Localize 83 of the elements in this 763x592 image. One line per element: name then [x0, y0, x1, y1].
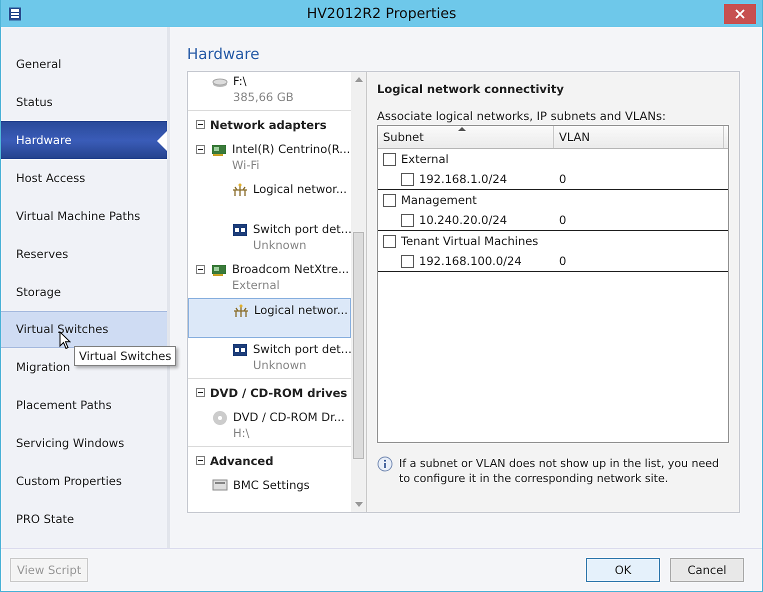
section-header: Advanced — [210, 454, 274, 468]
tree-item-subtitle: Unknown — [253, 358, 308, 372]
checkbox[interactable] — [401, 172, 414, 186]
tree-item[interactable]: Logical networ... — [188, 298, 351, 338]
sidebar-item[interactable]: Servicing Windows — [1, 424, 167, 462]
collapse-toggle[interactable] — [196, 456, 205, 465]
sidebar-item[interactable]: PRO State — [1, 500, 167, 538]
tree-item-title: Logical networ... — [254, 303, 348, 317]
page-title: Hardware — [187, 45, 260, 63]
collapse-toggle[interactable] — [196, 265, 205, 274]
tree-item[interactable]: Switch port det... Unknown — [188, 218, 351, 258]
tree-item[interactable]: Switch port det... Unknown — [188, 338, 351, 378]
close-icon — [735, 8, 745, 18]
tree-item[interactable]: F:\ 385,66 GB — [188, 70, 351, 110]
sidebar-item[interactable]: Placement Paths — [1, 386, 167, 424]
tree-item-subtitle: External — [232, 278, 281, 292]
sidebar-item[interactable]: Virtual Machine Paths — [1, 197, 167, 235]
scrollbar[interactable] — [351, 72, 366, 512]
sidebar-item[interactable]: General — [1, 45, 167, 83]
tree-item[interactable]: DVD / CD-ROM Dr... H:\ — [188, 406, 351, 446]
selection-pointer-icon — [157, 131, 167, 151]
section-title: Logical network connectivity — [377, 82, 565, 96]
sidebar-item[interactable]: Hardware — [1, 121, 167, 159]
section-header: Network adapters — [210, 118, 327, 132]
switch-port-icon — [232, 222, 248, 238]
network-name: External — [401, 152, 449, 166]
tree-item-title: Broadcom NetXtre... — [232, 262, 350, 276]
network-card-icon — [211, 262, 227, 278]
tree-item[interactable]: Broadcom NetXtre... External — [188, 258, 351, 298]
tree-item-title: BMC Settings — [233, 478, 310, 492]
tree-item-subtitle: Unknown — [253, 238, 308, 252]
window-title: HV2012R2 Properties — [306, 6, 458, 22]
column-header[interactable]: VLAN — [554, 126, 724, 148]
tooltip: Virtual Switches — [74, 346, 176, 366]
dialog-button[interactable]: OK — [586, 558, 660, 582]
network-icon — [233, 303, 249, 319]
window-icon — [8, 6, 22, 20]
tree-item[interactable]: Logical networ... — [188, 178, 351, 218]
network-name: Management — [401, 193, 477, 207]
checkbox[interactable] — [401, 214, 414, 226]
tree-item-title: Intel(R) Centrino(R... — [232, 142, 350, 156]
collapse-toggle[interactable] — [196, 145, 205, 154]
tree-item-title: Switch port det... — [253, 222, 351, 236]
info-icon — [377, 456, 393, 472]
tree-item-title: Switch port det... — [253, 342, 351, 356]
network-card-icon — [211, 142, 227, 158]
dialog-button[interactable]: Cancel — [670, 558, 744, 582]
checkbox[interactable] — [383, 152, 396, 166]
column-header[interactable]: Subnet — [378, 126, 554, 148]
network-icon — [232, 182, 248, 198]
collapse-toggle[interactable] — [196, 120, 205, 129]
section-header: DVD / CD-ROM drives — [210, 386, 348, 400]
checkbox[interactable] — [383, 194, 396, 206]
vlan-cell: 0 — [559, 254, 566, 268]
checkbox[interactable] — [383, 234, 396, 248]
checkbox[interactable] — [401, 254, 414, 268]
list-caption: Associate logical networks, IP subnets and VLANs: — [377, 109, 667, 123]
network-name: Tenant Virtual Machines — [401, 234, 538, 248]
info-note: If a subnet or VLAN does not show up in the list, you need to configure it in the corresponding network site. — [399, 456, 720, 486]
subnet-cell: 192.168.1.0/24 — [419, 172, 508, 186]
vlan-cell: 0 — [559, 172, 566, 186]
sidebar-item[interactable]: Host Access — [1, 159, 167, 197]
tree-item-title: F:\ — [233, 74, 248, 88]
vlan-cell: 0 — [559, 213, 566, 227]
scroll-thumb[interactable] — [353, 232, 364, 459]
sidebar-item[interactable]: Status — [1, 83, 167, 121]
subnet-cell: 10.240.20.0/24 — [419, 213, 508, 227]
subnet-cell: 192.168.100.0/24 — [419, 254, 522, 268]
tree-item-title: Logical networ... — [253, 182, 347, 196]
tree-item[interactable]: Intel(R) Centrino(R... Wi-Fi — [188, 138, 351, 178]
tree-item-title: DVD / CD-ROM Dr... — [233, 410, 345, 424]
sidebar-item[interactable]: Storage — [1, 273, 167, 311]
collapse-toggle[interactable] — [196, 388, 205, 397]
sidebar-item[interactable]: Virtual Switches — [1, 311, 167, 348]
disc-icon — [212, 410, 228, 426]
sidebar-item[interactable]: Custom Properties — [1, 462, 167, 500]
tree-item[interactable]: BMC Settings — [188, 474, 351, 512]
switch-port-icon — [232, 342, 248, 358]
sidebar-item[interactable]: Reserves — [1, 235, 167, 273]
close-button[interactable] — [724, 4, 756, 24]
tree-item-subtitle: 385,66 GB — [233, 90, 294, 104]
tree-item-subtitle: Wi-Fi — [232, 158, 260, 172]
tree-item-subtitle: H:\ — [233, 426, 250, 440]
